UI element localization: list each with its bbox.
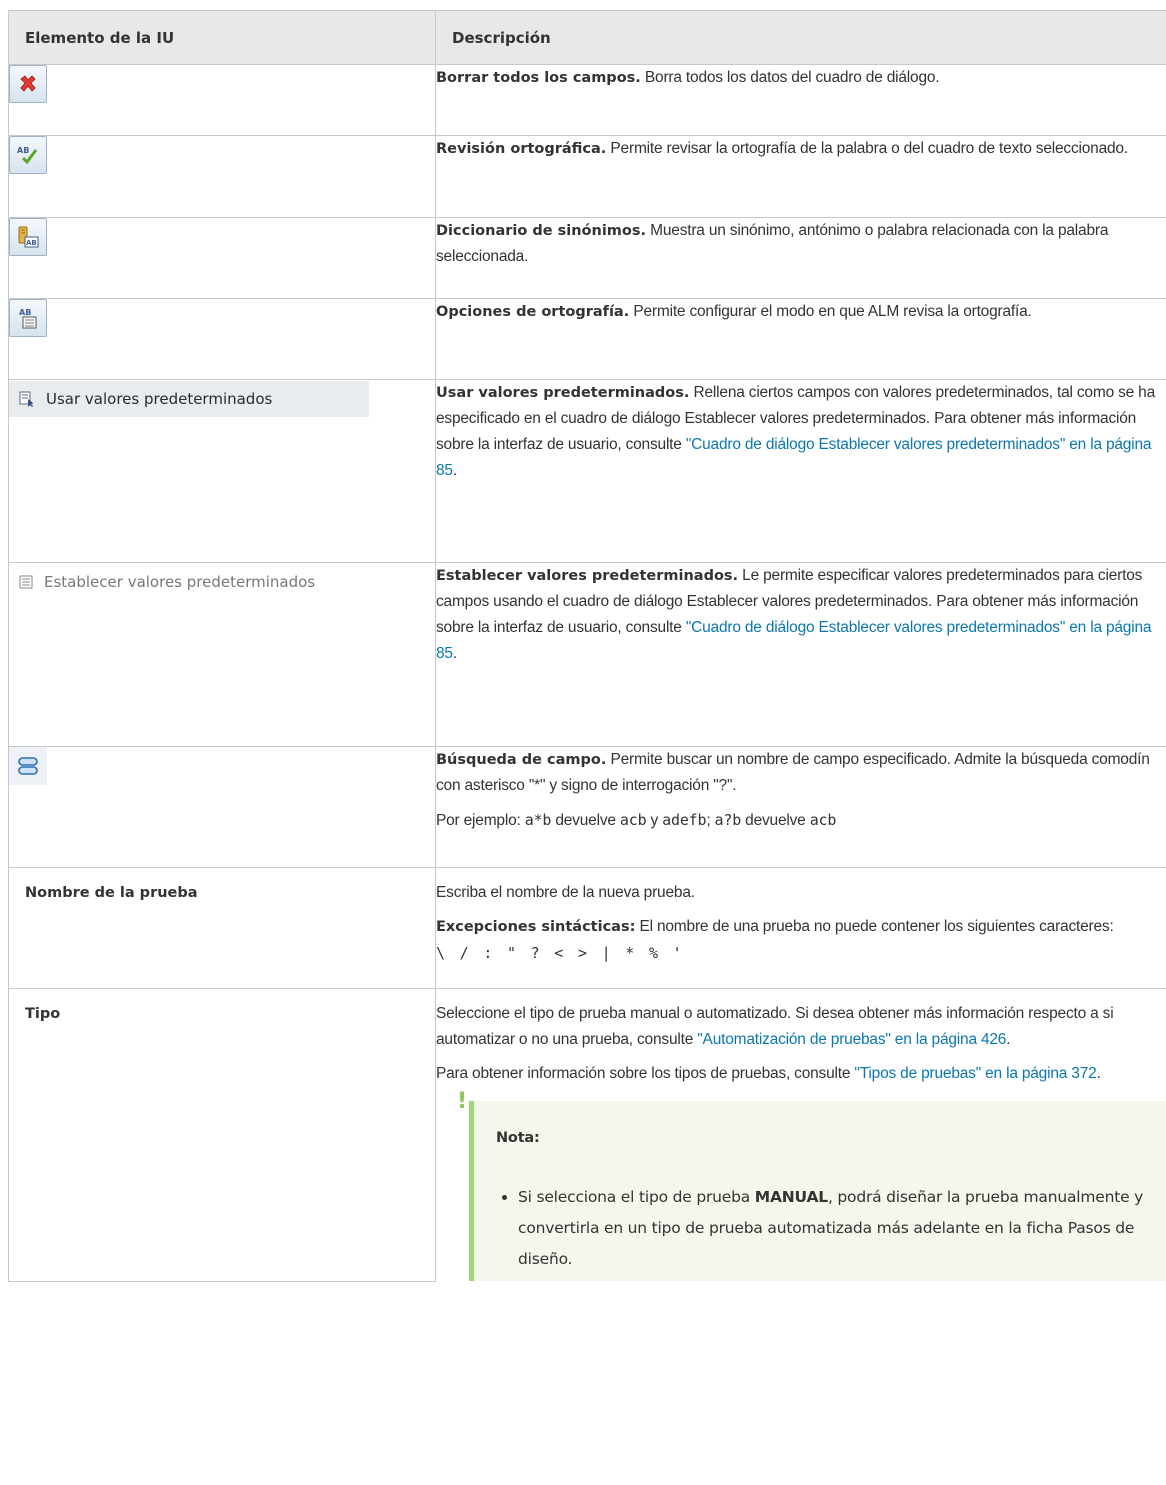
example-text: Por ejemplo:: [436, 812, 525, 829]
term: Establecer valores predeterminados.: [436, 568, 739, 584]
note-box: ! Nota: Si selecciona el tipo de prueba …: [457, 1091, 1166, 1281]
term: Búsqueda de campo.: [436, 752, 607, 768]
code: a?b: [714, 811, 742, 829]
svg-text:AB: AB: [26, 239, 37, 247]
use-defaults-button[interactable]: Usar valores predeterminados: [9, 381, 369, 417]
term: Borrar todos los campos.: [436, 70, 641, 86]
description-text: Borra todos los datos del cuadro de diál…: [640, 69, 940, 86]
table-row: Tipo Seleccione el tipo de prueba manual…: [8, 988, 1166, 1282]
punctuation: .: [452, 462, 457, 479]
spell-check-icon[interactable]: AB: [9, 136, 47, 174]
note-title: Nota:: [496, 1130, 540, 1146]
table-row: Establecer valores predeterminados Estab…: [8, 562, 1166, 747]
svg-text:AB: AB: [19, 308, 31, 317]
term: Revisión ortográfica.: [436, 141, 607, 157]
header-ui-element: Elemento de la IU: [8, 10, 436, 65]
set-defaults-button[interactable]: Establecer valores predeterminados: [9, 564, 369, 600]
ui-elements-table: Elemento de la IU Descripción Borrar tod…: [8, 10, 1166, 1282]
code: acb: [619, 811, 647, 829]
field-search-icon[interactable]: [9, 747, 47, 785]
note-emphasis: MANUAL: [754, 1188, 828, 1206]
note-icon: !: [457, 1089, 467, 1114]
punctuation: .: [1006, 1031, 1011, 1048]
punctuation: .: [1096, 1065, 1101, 1082]
element-label: Tipo: [25, 1006, 61, 1022]
example-text: y: [646, 812, 663, 829]
description-text: Permite configurar el modo en que ALM re…: [629, 303, 1032, 320]
term: Opciones de ortografía.: [436, 304, 630, 320]
punctuation: .: [452, 645, 457, 662]
description-text: Para obtener información sobre los tipos…: [436, 1065, 855, 1082]
term: Diccionario de sinónimos.: [436, 223, 647, 239]
table-row: Búsqueda de campo. Permite buscar un nom…: [8, 746, 1166, 868]
set-defaults-icon: [19, 575, 33, 589]
table-row: Borrar todos los campos. Borra todos los…: [8, 64, 1166, 136]
list-item: Si selecciona el tipo de prueba MANUAL, …: [518, 1182, 1149, 1275]
table-row: Nombre de la prueba Escriba el nombre de…: [8, 867, 1166, 989]
note-text: Si selecciona el tipo de prueba: [518, 1188, 755, 1206]
cross-reference-link[interactable]: "Automatización de pruebas" en la página…: [697, 1031, 1006, 1048]
note-list: Si selecciona el tipo de prueba MANUAL, …: [496, 1182, 1149, 1275]
spelling-options-icon[interactable]: AB: [9, 299, 47, 337]
example-text: ;: [706, 812, 715, 829]
table-row: AB Diccionario de sinónimos. Muestra un …: [8, 217, 1166, 299]
table-row: AB Opciones de ortografía. Permite confi…: [8, 298, 1166, 380]
example: Por ejemplo: a*b devuelve acb y adefb; a…: [436, 807, 1166, 834]
description-text: Permite revisar la ortografía de la pala…: [606, 140, 1128, 157]
description-text: Escriba el nombre de la nueva prueba.: [436, 884, 695, 901]
set-defaults-label: Establecer valores predeterminados: [44, 573, 316, 591]
cross-reference-link[interactable]: "Tipos de pruebas" en la página 372: [854, 1065, 1096, 1082]
example-text: devuelve: [551, 812, 620, 829]
table-header-row: Elemento de la IU Descripción: [8, 10, 1166, 65]
svg-text:AB: AB: [17, 146, 29, 155]
description-text: El nombre de una prueba no puede contene…: [635, 918, 1114, 935]
table-row: Usar valores predeterminados Usar valore…: [8, 379, 1166, 563]
element-label: Nombre de la prueba: [25, 885, 198, 901]
use-defaults-icon: [19, 391, 35, 407]
code: acb: [809, 811, 837, 829]
example-text: devuelve: [741, 812, 810, 829]
code: a*b: [524, 811, 552, 829]
term: Excepciones sintácticas:: [436, 919, 636, 935]
header-description: Descripción: [435, 10, 1166, 65]
term: Usar valores predeterminados.: [436, 385, 690, 401]
table-row: AB Revisión ortográfica. Permite revisar…: [8, 135, 1166, 218]
forbidden-characters: \ / : " ? < > | * % ': [436, 944, 682, 962]
clear-fields-icon[interactable]: [9, 65, 47, 103]
thesaurus-icon[interactable]: AB: [9, 218, 47, 256]
use-defaults-label: Usar valores predeterminados: [46, 390, 273, 408]
code: adefb: [662, 811, 707, 829]
